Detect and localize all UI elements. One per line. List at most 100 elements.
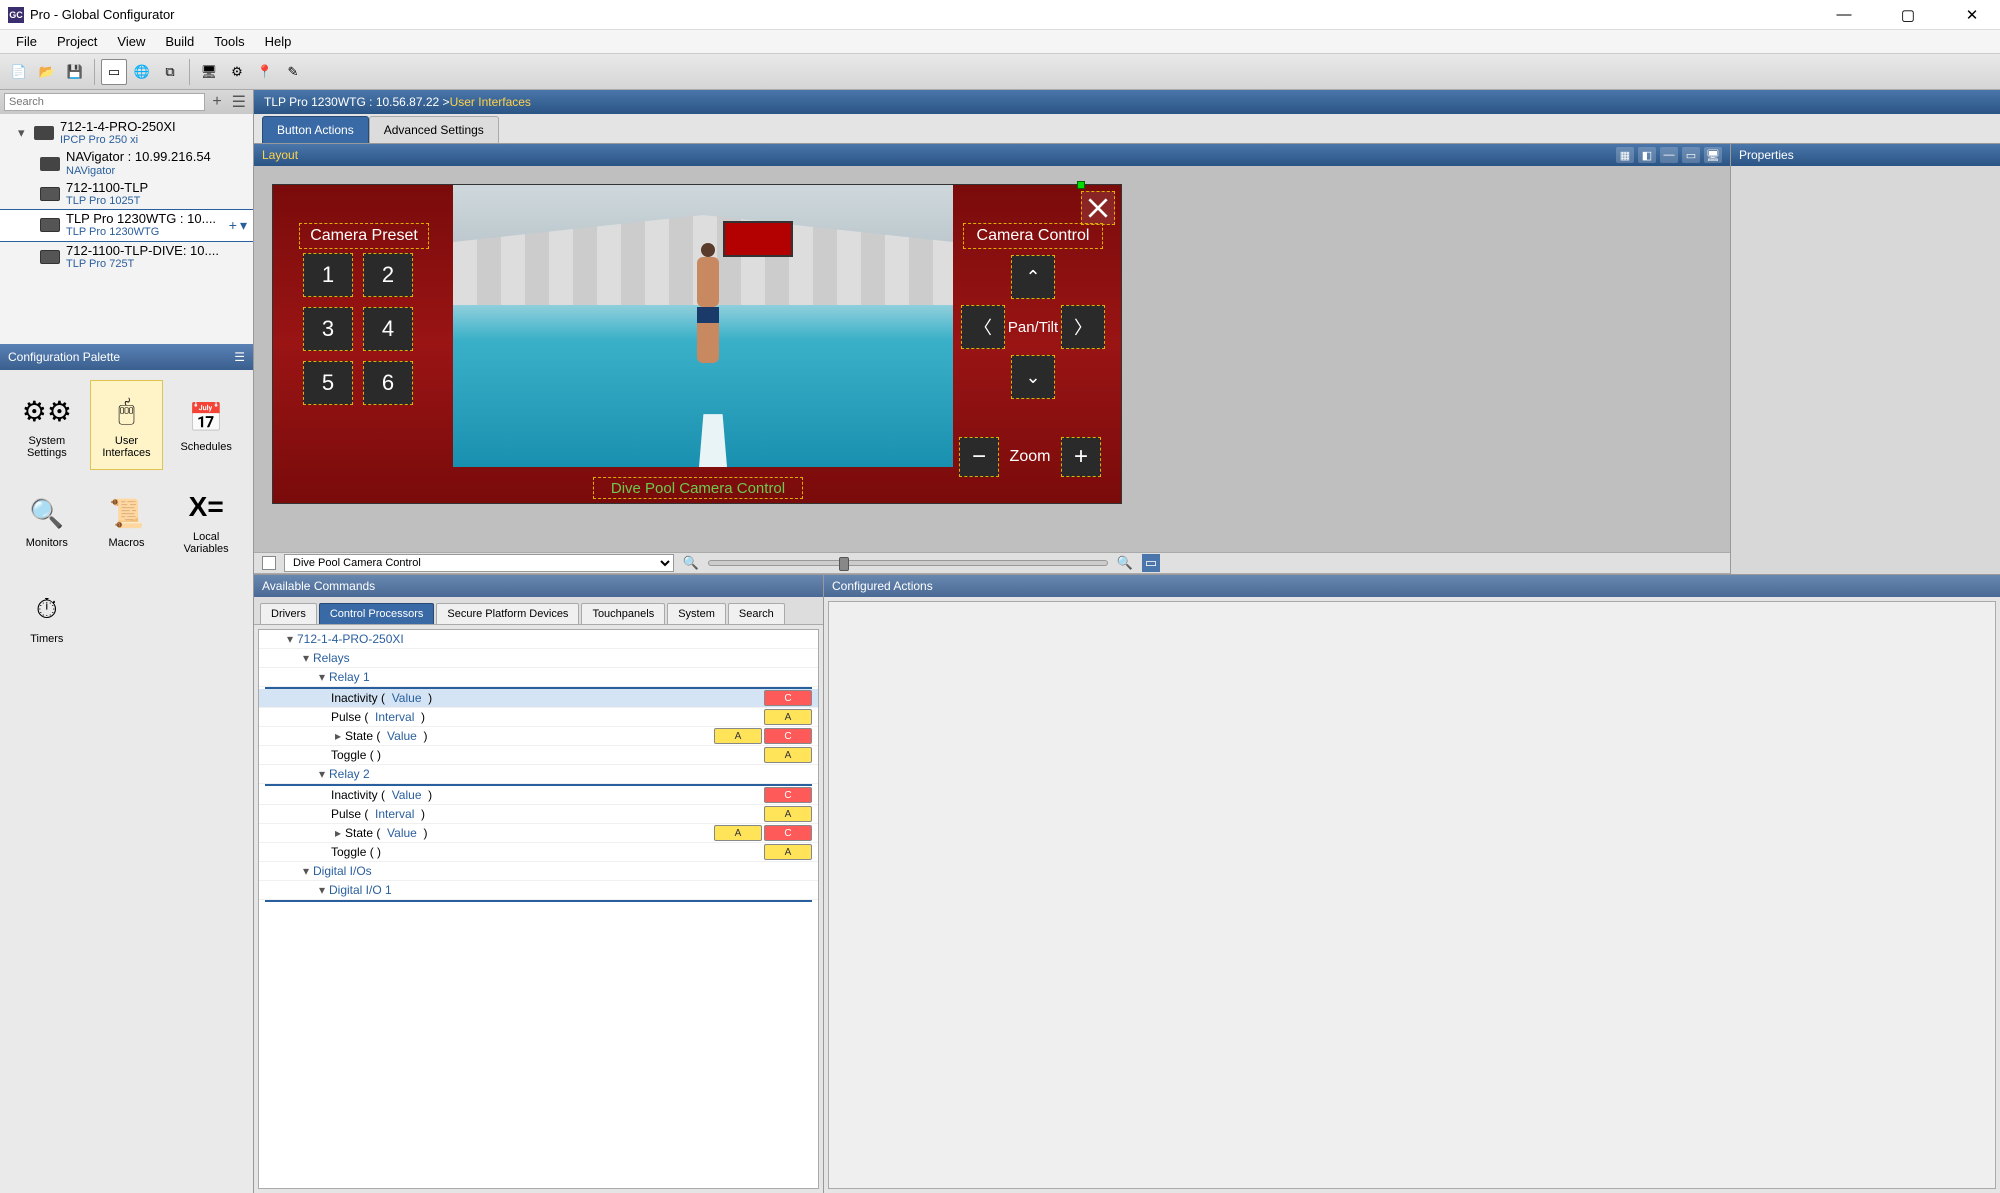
tilt-down-button[interactable]: ⌄ xyxy=(1011,355,1055,399)
close-button[interactable] xyxy=(1081,191,1115,225)
palette: ⚙⚙System Settings 🖱User Interfaces 📅Sche… xyxy=(0,370,253,1193)
minimize-button[interactable]: — xyxy=(1824,6,1864,24)
tab-advanced-settings[interactable]: Advanced Settings xyxy=(369,116,499,143)
page-title-label: Dive Pool Camera Control xyxy=(593,477,803,499)
config-icon[interactable]: ⚙ xyxy=(224,59,250,85)
cmd-state[interactable]: ▸State ( Value )AC xyxy=(259,727,818,746)
preset-1-button[interactable]: 1 xyxy=(303,253,353,297)
cmdtab-touchpanels[interactable]: Touchpanels xyxy=(581,603,665,624)
zoom-in-button[interactable]: + xyxy=(1061,437,1101,477)
layout-canvas[interactable]: Camera Preset Camera Control 1 2 3 4 5 6 xyxy=(254,166,1730,552)
palette-system-settings[interactable]: ⚙⚙System Settings xyxy=(10,380,84,470)
preset-2-button[interactable]: 2 xyxy=(363,253,413,297)
close-window-button[interactable]: ✕ xyxy=(1952,6,1992,24)
monitor-icon: 🔍 xyxy=(27,493,67,533)
pan-right-button[interactable]: 〉 xyxy=(1061,305,1105,349)
toolbar: 📄 📂 💾 ▭ 🌐 ⧉ 🖥 ⚙ 📍 ✎ xyxy=(0,54,2000,90)
minus-icon[interactable]: — xyxy=(1660,147,1678,163)
open-icon[interactable]: 📂 xyxy=(34,59,60,85)
zoom-slider[interactable] xyxy=(708,560,1108,566)
ui-icon: 🖱 xyxy=(106,391,146,431)
cmd-state[interactable]: ▸State ( Value )AC xyxy=(259,824,818,843)
camera-control-label: Camera Control xyxy=(963,223,1103,249)
controller-icon xyxy=(34,126,54,140)
slider-thumb[interactable] xyxy=(839,557,849,571)
select-icon[interactable]: ◧ xyxy=(1638,147,1656,163)
palette-local-variables[interactable]: X=Local Variables xyxy=(169,476,243,566)
cmdtab-system[interactable]: System xyxy=(667,603,726,624)
app-logo: GC xyxy=(8,7,24,23)
zoom-out-button[interactable]: − xyxy=(959,437,999,477)
zoom-out-icon[interactable]: 🔍 xyxy=(682,554,700,572)
palette-timers[interactable]: ⏱Timers xyxy=(10,572,84,662)
layer-checkbox[interactable] xyxy=(262,556,276,570)
cmd-toggle[interactable]: Toggle ( )A xyxy=(259,746,818,765)
cmdtab-search[interactable]: Search xyxy=(728,603,785,624)
menu-tools[interactable]: Tools xyxy=(204,32,254,51)
fit-icon[interactable]: ▭ xyxy=(1142,554,1160,572)
display-icon[interactable]: 🖥 xyxy=(1704,147,1722,163)
command-tree[interactable]: ▾712-1-4-PRO-250XI ▾Relays ▾Relay 1 Inac… xyxy=(258,629,819,1189)
tab-button-actions[interactable]: Button Actions xyxy=(262,116,369,143)
pin-icon[interactable]: 📍 xyxy=(252,59,278,85)
grid-icon[interactable]: ▦ xyxy=(1616,147,1634,163)
preset-3-button[interactable]: 3 xyxy=(303,307,353,351)
device-item-selected[interactable]: TLP Pro 1230WTG : 10....TLP Pro 1230WTG … xyxy=(0,209,253,241)
touchpanel-icon xyxy=(40,250,60,264)
device-search-row: + ☰ xyxy=(0,90,253,114)
layer-select[interactable]: Dive Pool Camera Control xyxy=(284,554,674,572)
camera-preset-label: Camera Preset xyxy=(299,223,429,249)
touchpanel-icon xyxy=(40,218,60,232)
menu-help[interactable]: Help xyxy=(255,32,302,51)
window-icon[interactable]: ▭ xyxy=(1682,147,1700,163)
add-device-icon[interactable]: + xyxy=(209,93,224,111)
device-root[interactable]: ▾ 712-1-4-PRO-250XIIPCP Pro 250 xi xyxy=(0,118,253,148)
wand-icon[interactable]: ✎ xyxy=(280,59,306,85)
available-commands-header: Available Commands xyxy=(254,575,823,597)
maximize-button[interactable]: ▢ xyxy=(1888,6,1928,24)
palette-macros[interactable]: 📜Macros xyxy=(90,476,164,566)
menu-file[interactable]: File xyxy=(6,32,47,51)
device-item[interactable]: NAVigator : 10.99.216.54NAVigator xyxy=(0,148,253,178)
configured-actions-body[interactable] xyxy=(828,601,1996,1189)
new-file-icon[interactable]: 📄 xyxy=(6,59,32,85)
device-item[interactable]: 712-1100-TLP-DIVE: 10....TLP Pro 725T xyxy=(0,242,253,272)
cmd-inactivity[interactable]: Inactivity ( Value )C xyxy=(259,689,818,708)
preset-5-button[interactable]: 5 xyxy=(303,361,353,405)
menu-build[interactable]: Build xyxy=(155,32,204,51)
menu-view[interactable]: View xyxy=(107,32,155,51)
cmdtab-secure-platform[interactable]: Secure Platform Devices xyxy=(436,603,579,624)
palette-user-interfaces[interactable]: 🖱User Interfaces xyxy=(90,380,164,470)
panel-toggle-icon[interactable]: ▭ xyxy=(101,59,127,85)
cmd-inactivity[interactable]: Inactivity ( Value )C xyxy=(259,786,818,805)
palette-schedules[interactable]: 📅Schedules xyxy=(169,380,243,470)
expand-icon[interactable]: ▾ xyxy=(240,217,247,234)
menu-project[interactable]: Project xyxy=(47,32,107,51)
pan-left-button[interactable]: 〈 xyxy=(961,305,1005,349)
screen-icon[interactable]: 🖥 xyxy=(196,59,222,85)
globe-icon[interactable]: 🌐 xyxy=(129,59,155,85)
palette-menu-icon[interactable]: ☰ xyxy=(234,350,245,364)
calendar-icon: 📅 xyxy=(186,397,226,437)
cmd-pulse[interactable]: Pulse ( Interval )A xyxy=(259,805,818,824)
device-menu-icon[interactable]: ☰ xyxy=(229,92,249,112)
preset-6-button[interactable]: 6 xyxy=(363,361,413,405)
save-icon[interactable]: 💾 xyxy=(62,59,88,85)
layer-bar: Dive Pool Camera Control 🔍 🔍 ▭ xyxy=(254,552,1730,574)
palette-monitors[interactable]: 🔍Monitors xyxy=(10,476,84,566)
preset-4-button[interactable]: 4 xyxy=(363,307,413,351)
device-item[interactable]: 712-1100-TLPTLP Pro 1025T xyxy=(0,179,253,209)
cmd-pulse[interactable]: Pulse ( Interval )A xyxy=(259,708,818,727)
hierarchy-icon[interactable]: ⧉ xyxy=(157,59,183,85)
add-child-icon[interactable]: + xyxy=(229,217,237,234)
cmdtab-control-processors[interactable]: Control Processors xyxy=(319,603,435,624)
zoom-in-icon[interactable]: 🔍 xyxy=(1116,554,1134,572)
script-icon: 📜 xyxy=(106,493,146,533)
cmdtab-drivers[interactable]: Drivers xyxy=(260,603,317,624)
search-input[interactable] xyxy=(4,93,205,111)
cmd-toggle[interactable]: Toggle ( )A xyxy=(259,843,818,862)
menubar: File Project View Build Tools Help xyxy=(0,30,2000,54)
selection-handle[interactable] xyxy=(1077,181,1085,189)
tilt-up-button[interactable]: ⌃ xyxy=(1011,255,1055,299)
palette-header: Configuration Palette ☰ xyxy=(0,344,253,370)
